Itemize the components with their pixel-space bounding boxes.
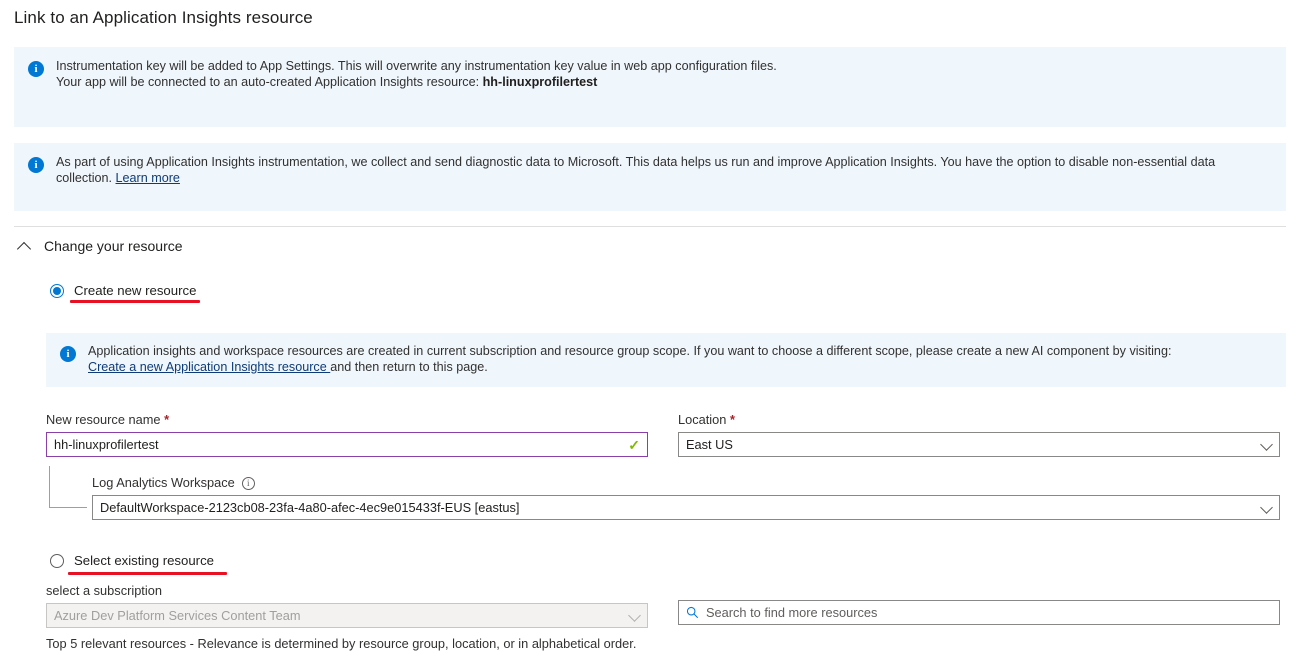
resource-name-highlight: hh-linuxprofilertest [483, 75, 598, 89]
info-icon: i [28, 157, 44, 173]
section-header-label: Change your resource [44, 238, 183, 254]
info-icon: i [28, 61, 44, 77]
info-icon: i [60, 346, 76, 362]
checkmark-icon: ✓ [628, 438, 640, 452]
info-circle-icon[interactable]: i [242, 477, 255, 490]
field-new-resource-name: New resource name * hh-linuxprofilertest… [46, 412, 648, 457]
location-label-text: Location [678, 412, 726, 427]
radio-select-existing-resource[interactable]: Select existing resource [50, 553, 214, 568]
field-subscription: select a subscription Azure Dev Platform… [46, 583, 648, 628]
new-resource-name-label: New resource name * [46, 412, 648, 428]
chevron-down-icon [1261, 439, 1273, 451]
new-resource-name-value: hh-linuxprofilertest [54, 437, 622, 452]
banner2-text: As part of using Application Insights in… [56, 155, 1215, 185]
required-marker: * [730, 412, 735, 427]
field-search-resources: Search to find more resources [678, 600, 1280, 625]
radio-create-new-resource[interactable]: Create new resource [50, 283, 196, 298]
subscription-dropdown[interactable]: Azure Dev Platform Services Content Team [46, 603, 648, 628]
info-banner-text: Application insights and workspace resou… [88, 344, 1171, 375]
annotation-underline-select-existing [68, 572, 227, 575]
log-analytics-workspace-dropdown[interactable]: DefaultWorkspace-2123cb08-23fa-4a80-afec… [92, 495, 1280, 520]
tree-connector-line [49, 466, 87, 508]
location-label: Location * [678, 412, 1280, 428]
radio-label-select-existing: Select existing resource [74, 553, 214, 568]
radio-button-select-existing[interactable] [50, 554, 64, 568]
banner1-line1: Instrumentation key will be added to App… [56, 59, 777, 73]
section-divider [14, 226, 1286, 227]
radio-label-create-new: Create new resource [74, 283, 196, 298]
banner1-line2-prefix: Your app will be connected to an auto-cr… [56, 75, 483, 89]
create-new-ai-resource-link[interactable]: Create a new Application Insights resour… [88, 360, 330, 374]
field-location: Location * East US [678, 412, 1280, 457]
learn-more-link[interactable]: Learn more [116, 171, 180, 185]
page-title: Link to an Application Insights resource [14, 8, 313, 28]
new-resource-name-input[interactable]: hh-linuxprofilertest ✓ [46, 432, 648, 457]
field-log-analytics-workspace: Log Analytics Workspace i DefaultWorkspa… [92, 475, 1280, 520]
info-banner-data-collection: i As part of using Application Insights … [14, 143, 1286, 211]
annotation-underline-create-new [70, 300, 200, 303]
log-analytics-workspace-label: Log Analytics Workspace [92, 475, 235, 491]
log-analytics-workspace-value: DefaultWorkspace-2123cb08-23fa-4a80-afec… [100, 500, 1255, 515]
change-your-resource-section-header[interactable]: Change your resource [18, 236, 183, 256]
link-app-insights-page: Link to an Application Insights resource… [0, 0, 1314, 661]
info-banner-text: Instrumentation key will be added to App… [56, 59, 777, 90]
location-dropdown[interactable]: East US [678, 432, 1280, 457]
subscription-value: Azure Dev Platform Services Content Team [54, 608, 623, 623]
banner3-line2-suffix: and then return to this page. [330, 360, 488, 374]
log-analytics-workspace-label-row: Log Analytics Workspace i [92, 475, 1280, 491]
location-value: East US [686, 437, 1255, 452]
search-resources-input[interactable]: Search to find more resources [678, 600, 1280, 625]
new-resource-name-label-text: New resource name [46, 412, 161, 427]
relevant-resources-note: Top 5 relevant resources - Relevance is … [46, 636, 636, 651]
subscription-label: select a subscription [46, 583, 648, 599]
radio-button-create-new[interactable] [50, 284, 64, 298]
chevron-up-icon [18, 239, 32, 253]
banner3-line1: Application insights and workspace resou… [88, 344, 1171, 358]
info-banner-instrumentation-key: i Instrumentation key will be added to A… [14, 47, 1286, 127]
chevron-down-icon [1261, 502, 1273, 514]
search-icon [686, 606, 699, 619]
chevron-down-icon [629, 610, 641, 622]
info-banner-text: As part of using Application Insights in… [56, 155, 1272, 186]
info-banner-scope: i Application insights and workspace res… [46, 333, 1286, 387]
search-placeholder-text: Search to find more resources [706, 605, 877, 620]
required-marker: * [164, 412, 169, 427]
